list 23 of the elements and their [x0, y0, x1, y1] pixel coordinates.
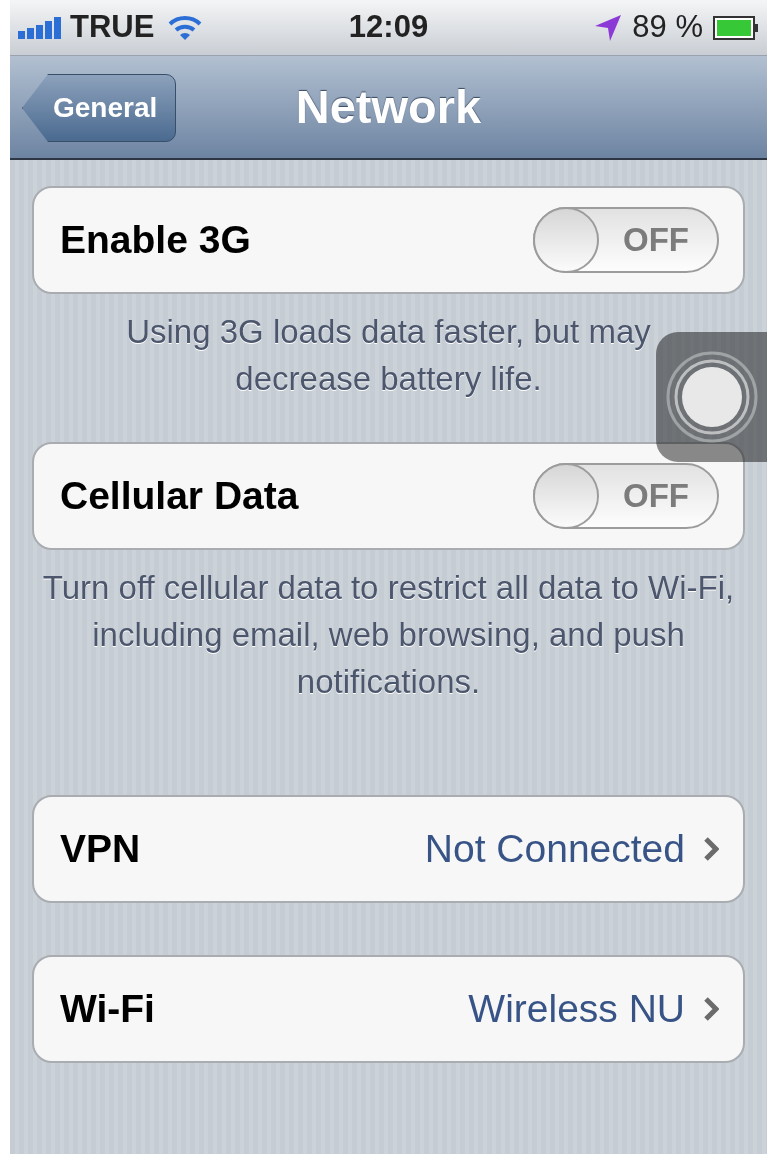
- wifi-icon: [168, 14, 203, 41]
- row-value: Wireless NU: [468, 985, 685, 1032]
- clock-time: 12:09: [348, 8, 429, 47]
- row-label: VPN: [60, 825, 142, 872]
- row-label: Wi-Fi: [60, 985, 156, 1032]
- carrier-name: TRUE: [70, 8, 155, 47]
- battery-icon: [713, 15, 759, 40]
- toggle-switch[interactable]: OFF: [533, 207, 719, 273]
- toggle-switch[interactable]: OFF: [533, 463, 719, 529]
- chevron-icon: [703, 836, 719, 862]
- signal-icon: [18, 16, 64, 39]
- location-arrow-icon: [594, 13, 623, 42]
- row-label: Enable 3G: [60, 216, 252, 263]
- row-label: Cellular Data: [60, 472, 300, 519]
- battery-percentage: 89 %: [632, 8, 703, 47]
- footer-text: Turn off cellular data to restrict all data to Wi-Fi, including email, web browsing, and push notifications.: [41, 568, 736, 702]
- circle-icon: [665, 351, 758, 443]
- back-button[interactable]: General: [22, 74, 177, 142]
- screen-title: Network: [295, 78, 482, 135]
- footer-text: Using 3G loads data faster, but may decrease battery life.: [125, 312, 652, 399]
- row-value: Not Connected: [424, 825, 685, 872]
- chevron-icon: [703, 996, 719, 1022]
- assistive-touch-button[interactable]: [656, 332, 767, 462]
